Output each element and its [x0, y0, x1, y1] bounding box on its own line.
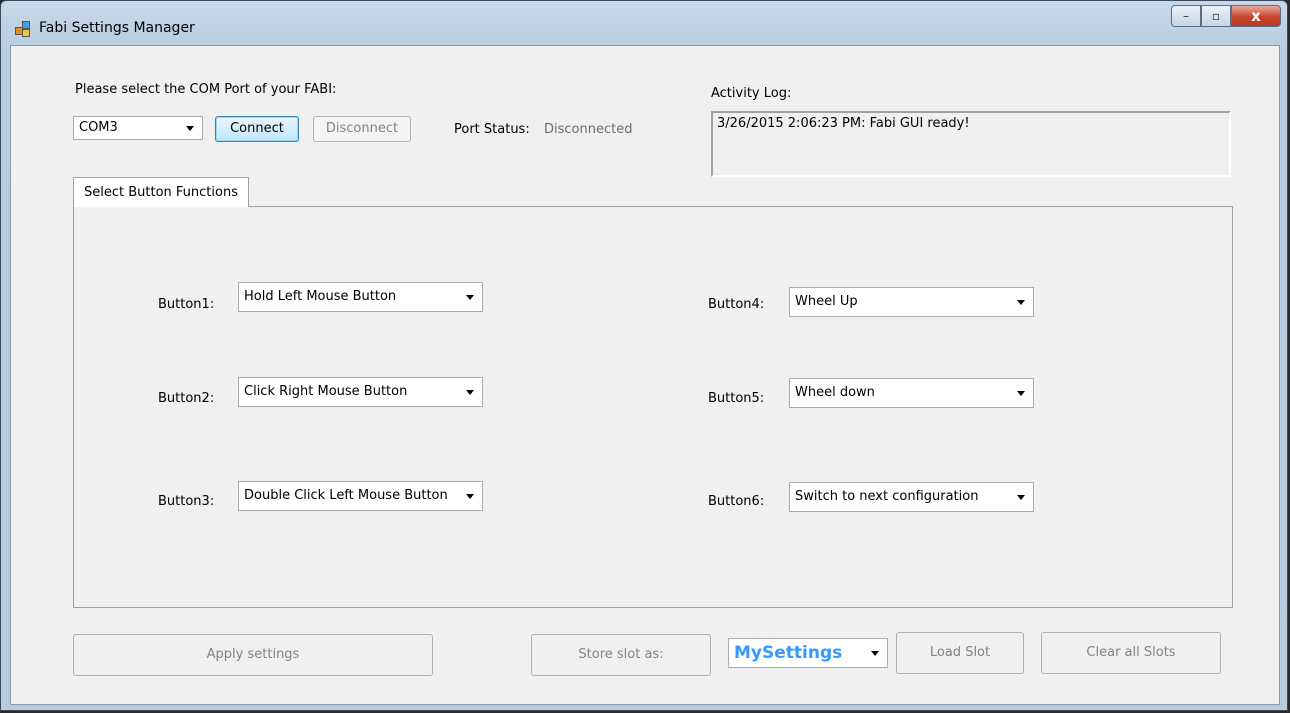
minimize-icon[interactable]: –: [1171, 5, 1201, 27]
clear-all-slots-button[interactable]: Clear all Slots: [1041, 632, 1221, 674]
com-port-prompt: Please select the COM Port of your FABI:: [75, 82, 337, 97]
app-icon: [15, 21, 31, 37]
chevron-down-icon: [466, 295, 474, 300]
load-slot-button[interactable]: Load Slot: [896, 632, 1024, 674]
window-controls: – ▫ x: [1171, 5, 1281, 29]
connect-button[interactable]: Connect: [215, 116, 299, 142]
button2-value: Click Right Mouse Button: [244, 384, 408, 399]
title-bar[interactable]: Fabi Settings Manager – ▫ x: [1, 1, 1287, 45]
chevron-down-icon: [1017, 391, 1025, 396]
button5-value: Wheel down: [795, 385, 875, 400]
port-status-value: Disconnected: [544, 122, 633, 137]
slot-name-value: MySettings: [734, 643, 843, 663]
activity-log-text: 3/26/2015 2:06:23 PM: Fabi GUI ready!: [717, 116, 970, 131]
window-title: Fabi Settings Manager: [39, 20, 195, 36]
port-status-label: Port Status:: [454, 122, 530, 137]
chevron-down-icon: [1017, 495, 1025, 500]
disconnect-button[interactable]: Disconnect: [313, 116, 411, 142]
app-window: Fabi Settings Manager – ▫ x Please selec…: [0, 0, 1288, 711]
button4-label: Button4:: [708, 297, 765, 312]
button2-label: Button2:: [158, 391, 215, 406]
chevron-down-icon: [466, 390, 474, 395]
close-icon[interactable]: x: [1231, 5, 1281, 27]
apply-settings-button[interactable]: Apply settings: [73, 634, 433, 676]
button2-select[interactable]: Click Right Mouse Button: [238, 377, 483, 407]
activity-log-label: Activity Log:: [711, 86, 792, 101]
button6-label: Button6:: [708, 494, 765, 509]
com-port-value: COM3: [79, 120, 118, 135]
button3-value: Double Click Left Mouse Button: [244, 488, 448, 503]
store-slot-button[interactable]: Store slot as:: [531, 634, 711, 676]
chevron-down-icon: [466, 494, 474, 499]
slot-name-select[interactable]: MySettings: [728, 638, 888, 668]
button6-value: Switch to next configuration: [795, 489, 979, 504]
button3-select[interactable]: Double Click Left Mouse Button: [238, 481, 483, 511]
client-area: Please select the COM Port of your FABI:…: [10, 45, 1280, 705]
button1-value: Hold Left Mouse Button: [244, 289, 397, 304]
tab-panel: Button1: Hold Left Mouse Button Button2:…: [73, 206, 1233, 608]
chevron-down-icon: [871, 651, 879, 656]
button5-select[interactable]: Wheel down: [789, 378, 1034, 408]
com-port-select[interactable]: COM3: [73, 116, 203, 140]
button6-select[interactable]: Switch to next configuration: [789, 482, 1034, 512]
maximize-icon[interactable]: ▫: [1201, 5, 1231, 27]
chevron-down-icon: [1017, 300, 1025, 305]
button3-label: Button3:: [158, 494, 215, 509]
tab-select-button-functions[interactable]: Select Button Functions: [73, 177, 249, 207]
button1-select[interactable]: Hold Left Mouse Button: [238, 282, 483, 312]
button4-value: Wheel Up: [795, 294, 858, 309]
chevron-down-icon: [186, 126, 194, 131]
button4-select[interactable]: Wheel Up: [789, 287, 1034, 317]
button5-label: Button5:: [708, 391, 765, 406]
activity-log[interactable]: 3/26/2015 2:06:23 PM: Fabi GUI ready!: [711, 111, 1231, 177]
button1-label: Button1:: [158, 297, 215, 312]
